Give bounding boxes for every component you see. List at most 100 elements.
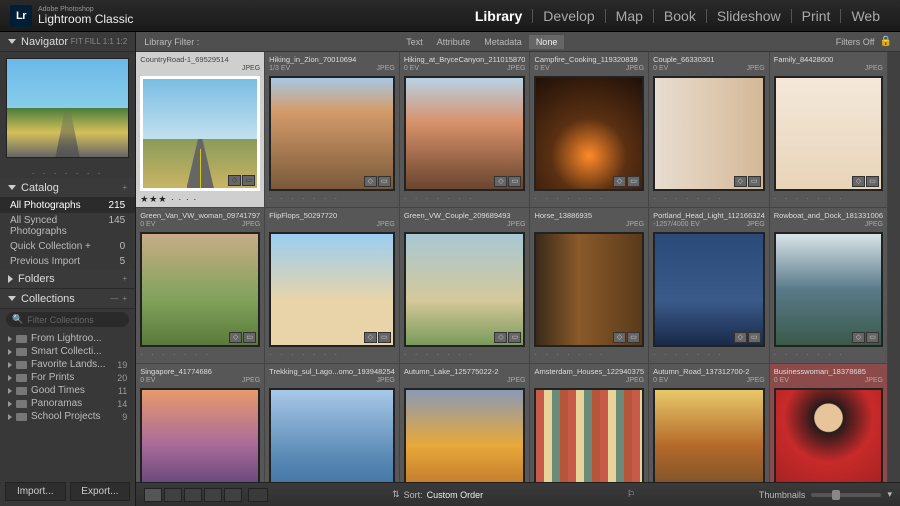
module-map[interactable]: Map: [606, 9, 654, 23]
badge-icon[interactable]: ▭: [866, 332, 879, 343]
thumb-image[interactable]: ◇▭: [653, 388, 765, 482]
thumbnail-cell[interactable]: Singapore_417746860 EVJPEG◇▭· · · · · · …: [136, 364, 265, 482]
sort-value[interactable]: Custom Order: [427, 490, 484, 500]
thumbnail-cell[interactable]: Green_Van_VW_woman_097417970 EVJPEG◇▭· ·…: [136, 208, 265, 364]
thumb-image[interactable]: ◇▭: [404, 232, 526, 347]
thumb-image[interactable]: ◇▭: [774, 76, 883, 191]
module-book[interactable]: Book: [654, 9, 707, 23]
collection-item[interactable]: Smart Collecti...: [0, 345, 135, 358]
badge-icon[interactable]: ▭: [748, 176, 761, 187]
filters-off-label[interactable]: Filters Off: [836, 37, 875, 47]
thumbnail-cell[interactable]: Couple_663303010 EVJPEG◇▭· · · · · · ·: [649, 52, 770, 208]
collections-plus-icon[interactable]: +: [123, 294, 128, 303]
thumbnail-cell[interactable]: Portland_Head_Light_112166324-1257/4000 …: [649, 208, 770, 364]
thumb-image[interactable]: ◇▭: [653, 232, 765, 347]
badge-icon[interactable]: ◇: [734, 332, 747, 343]
export-button[interactable]: Export...: [70, 482, 131, 501]
thumb-image[interactable]: ◇▭: [140, 232, 260, 347]
catalog-plus-icon[interactable]: +: [123, 183, 128, 192]
thumb-image[interactable]: ◇▭: [774, 232, 883, 347]
thumbnail-cell[interactable]: Trekking_sul_Lago...omo_193948254JPEG◇▭·…: [265, 364, 400, 482]
thumbnail-cell[interactable]: Hiking_at_BryceCanyon_2110158700 EVJPEG◇…: [400, 52, 531, 208]
thumbnail-cell[interactable]: Rowboat_and_Dock_181331006JPEG◇▭· · · · …: [770, 208, 888, 364]
badge-icon[interactable]: ▭: [627, 332, 640, 343]
sort-control[interactable]: ⇅ Sort: Custom Order: [392, 489, 483, 500]
module-slideshow[interactable]: Slideshow: [707, 9, 792, 23]
collection-item[interactable]: From Lightroo...: [0, 332, 135, 345]
module-web[interactable]: Web: [841, 9, 890, 23]
thumb-image[interactable]: ◇▭: [404, 76, 526, 191]
navigator-preview[interactable]: [0, 52, 135, 164]
thumb-image[interactable]: ◇▭: [140, 76, 260, 191]
thumb-image[interactable]: ◇▭: [269, 388, 395, 482]
navigator-zoom-modes[interactable]: FIT FILL 1:1 1:2: [71, 37, 127, 46]
badge-icon[interactable]: ◇: [364, 332, 377, 343]
collection-item[interactable]: For Prints20: [0, 371, 135, 384]
thumbnail-cell[interactable]: Autumn_Road_137312700-20 EVJPEG◇▭· · · ·…: [649, 364, 770, 482]
badge-icon[interactable]: ◇: [229, 332, 242, 343]
thumbnail-cell[interactable]: Horse_13886935JPEG◇▭· · · · · · ·: [530, 208, 649, 364]
thumb-image[interactable]: ◇▭: [404, 388, 526, 482]
folders-plus-icon[interactable]: +: [123, 274, 128, 283]
thumbnail-cell[interactable]: Amsterdam_Houses_122940375JPEG◇▭· · · · …: [530, 364, 649, 482]
collection-item[interactable]: School Projects9: [0, 410, 135, 423]
filter-tab-metadata[interactable]: Metadata: [477, 35, 529, 49]
people-view-icon[interactable]: [224, 488, 242, 502]
grid-view-icon[interactable]: [144, 488, 162, 502]
collection-item[interactable]: Panoramas14: [0, 397, 135, 410]
folders-header[interactable]: Folders +: [0, 269, 135, 289]
badge-icon[interactable]: ▭: [508, 176, 521, 187]
badge-icon[interactable]: ▭: [508, 332, 521, 343]
catalog-header[interactable]: Catalog +: [0, 178, 135, 198]
module-develop[interactable]: Develop: [533, 9, 605, 23]
badge-icon[interactable]: ▭: [243, 332, 256, 343]
catalog-item[interactable]: All Synced Photographs145: [0, 213, 135, 239]
badge-icon[interactable]: ◇: [494, 332, 507, 343]
view-mode-switcher[interactable]: [144, 488, 242, 502]
catalog-item[interactable]: All Photographs215: [0, 198, 135, 213]
thumb-image[interactable]: ◇▭: [653, 76, 765, 191]
thumbnail-cell[interactable]: CountryRoad-1_69529514JPEG◇▭★★★ · · · ·: [136, 52, 265, 208]
thumb-image[interactable]: ◇▭: [269, 232, 395, 347]
badge-icon[interactable]: ◇: [613, 176, 626, 187]
collections-filter-input[interactable]: 🔍 Filter Collections: [6, 312, 129, 327]
collections-minus-icon[interactable]: —: [111, 294, 119, 303]
flag-icon[interactable]: ⚐: [627, 489, 635, 500]
filter-tab-none[interactable]: None: [529, 35, 565, 49]
thumbnail-cell[interactable]: Autumn_Lake_125775022-2JPEG◇▭· · · · · ·…: [400, 364, 531, 482]
thumbnail-size-slider[interactable]: [811, 493, 881, 497]
badge-icon[interactable]: ◇: [734, 176, 747, 187]
badge-icon[interactable]: ▭: [627, 176, 640, 187]
catalog-item[interactable]: Previous Import5: [0, 254, 135, 269]
badge-icon[interactable]: ▭: [242, 175, 255, 186]
badge-icon[interactable]: ▭: [866, 176, 879, 187]
badge-icon[interactable]: ◇: [364, 176, 377, 187]
thumbnail-cell[interactable]: Campfire_Cooking_1193208390 EVJPEG◇▭· · …: [530, 52, 649, 208]
thumbnail-cell[interactable]: Hiking_in_Zion_700106941/3 EVJPEG◇▭· · ·…: [265, 52, 400, 208]
sort-direction-icon[interactable]: ⇅: [392, 489, 400, 500]
compare-view-icon[interactable]: [184, 488, 202, 502]
badge-icon[interactable]: ▭: [378, 332, 391, 343]
painter-tool-icon[interactable]: [248, 488, 268, 502]
thumb-image[interactable]: ◇▭: [534, 388, 644, 482]
collections-header[interactable]: Collections — +: [0, 289, 135, 309]
thumb-image[interactable]: ◇▭: [534, 232, 644, 347]
navigator-header[interactable]: Navigator FIT FILL 1:1 1:2: [0, 32, 135, 52]
toolbar-chevron-icon[interactable]: ▾: [887, 489, 892, 500]
thumb-image[interactable]: ◇▭: [269, 76, 395, 191]
thumbnail-cell[interactable]: FlipFlops_50297720JPEG◇▭· · · · · · ·: [265, 208, 400, 364]
module-library[interactable]: Library: [465, 9, 533, 23]
filter-tab-attribute[interactable]: Attribute: [430, 35, 478, 49]
badge-icon[interactable]: ◇: [228, 175, 241, 186]
module-print[interactable]: Print: [792, 9, 842, 23]
badge-icon[interactable]: ▭: [378, 176, 391, 187]
badge-icon[interactable]: ◇: [494, 176, 507, 187]
catalog-item[interactable]: Quick Collection +0: [0, 239, 135, 254]
lock-icon[interactable]: 🔒: [880, 36, 892, 47]
filter-tab-text[interactable]: Text: [399, 35, 430, 49]
thumbnail-cell[interactable]: Family_84428600JPEG◇▭· · · · · · ·: [770, 52, 888, 208]
survey-view-icon[interactable]: [204, 488, 222, 502]
thumbnail-cell[interactable]: Businesswoman_183786850 EVJPEG◇▭· · · · …: [770, 364, 888, 482]
thumb-image[interactable]: ◇▭: [774, 388, 883, 482]
thumb-image[interactable]: ◇▭: [140, 388, 260, 482]
